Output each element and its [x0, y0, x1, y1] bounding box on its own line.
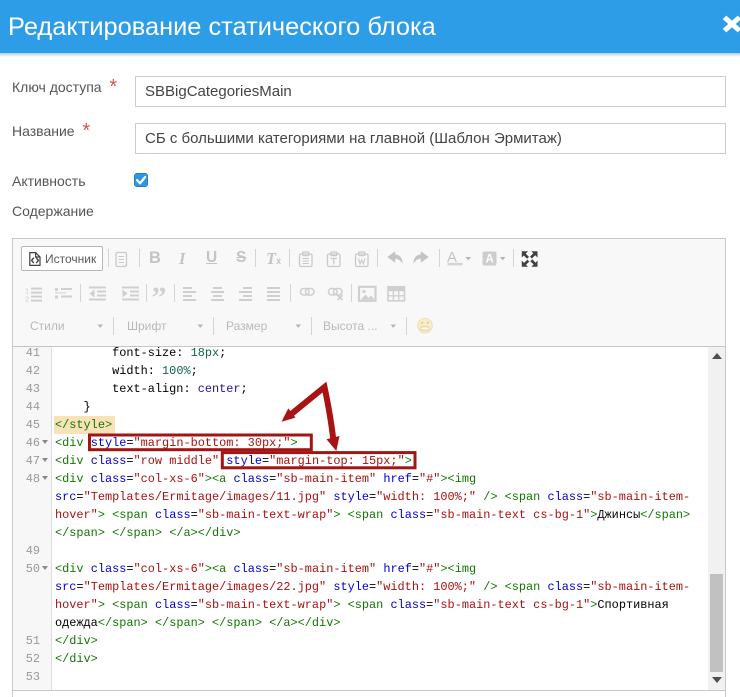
svg-text:2: 2: [25, 295, 29, 304]
svg-text:”: ”: [152, 281, 167, 314]
svg-text:A: A: [485, 253, 493, 265]
